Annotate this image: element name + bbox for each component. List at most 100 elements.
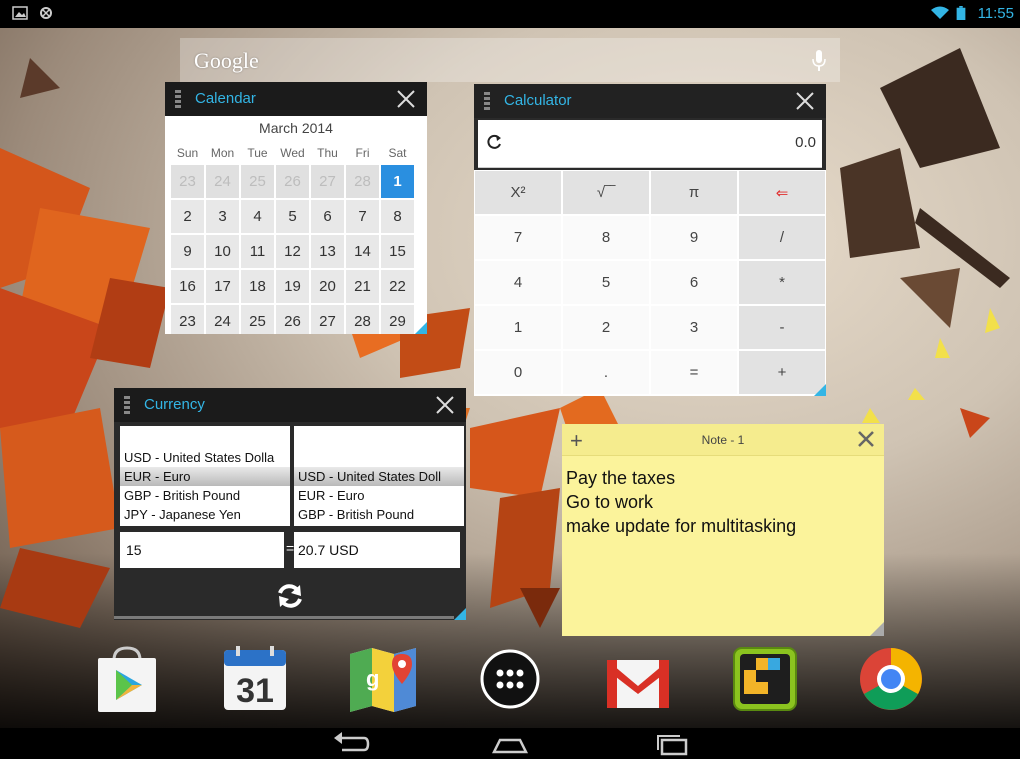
calendar-day[interactable]: 15 xyxy=(380,234,415,269)
app-drawer-icon[interactable] xyxy=(475,644,545,714)
calendar-day[interactable]: 22 xyxy=(380,269,415,304)
amount-input[interactable]: 15 xyxy=(120,532,284,568)
pi-key[interactable]: π xyxy=(650,170,738,215)
digit-key[interactable]: 8 xyxy=(562,215,650,260)
calendar-day[interactable]: 11 xyxy=(240,234,275,269)
wifi-icon xyxy=(931,6,949,19)
currency-option-selected[interactable]: EUR - Euro xyxy=(120,467,290,486)
calendar-day[interactable]: 25 xyxy=(240,164,275,199)
calendar-day[interactable]: 25 xyxy=(240,304,275,334)
calendar-day[interactable]: 9 xyxy=(170,234,205,269)
currency-header[interactable]: Currency xyxy=(114,388,466,422)
calendar-day[interactable]: 17 xyxy=(205,269,240,304)
convert-refresh-icon[interactable] xyxy=(274,582,306,610)
calendar-day[interactable]: 5 xyxy=(275,199,310,234)
svg-text:g: g xyxy=(366,666,379,691)
digit-key[interactable]: 6 xyxy=(650,260,738,305)
plus-key[interactable]: + xyxy=(738,350,826,395)
equals-key[interactable]: = xyxy=(650,350,738,395)
calendar-day[interactable]: 21 xyxy=(345,269,380,304)
resize-handle-icon[interactable] xyxy=(454,608,466,620)
calendar-day[interactable]: 18 xyxy=(240,269,275,304)
calendar-day[interactable]: 26 xyxy=(275,304,310,334)
calendar-day[interactable]: 29 xyxy=(380,304,415,334)
calendar-day-today[interactable]: 1 xyxy=(380,164,415,199)
calendar-day[interactable]: 19 xyxy=(275,269,310,304)
digit-key[interactable]: 0 xyxy=(474,350,562,395)
calendar-day[interactable]: 27 xyxy=(310,304,345,334)
calculator-header[interactable]: Calculator xyxy=(474,84,826,118)
calendar-day[interactable]: 3 xyxy=(205,199,240,234)
note-header[interactable]: + Note - 1 xyxy=(562,424,884,456)
home-icon[interactable] xyxy=(490,732,530,756)
close-icon[interactable] xyxy=(856,429,876,449)
close-icon[interactable] xyxy=(434,394,456,416)
from-currency-picker[interactable]: USD - United States Dolla EUR - Euro GBP… xyxy=(120,426,290,526)
close-icon[interactable] xyxy=(794,90,816,112)
mic-icon[interactable] xyxy=(812,50,826,72)
calendar-header[interactable]: Calendar xyxy=(165,82,427,116)
refresh-icon[interactable] xyxy=(484,132,504,152)
calendar-day[interactable]: 24 xyxy=(205,164,240,199)
calendar-day[interactable]: 28 xyxy=(345,304,380,334)
note-content[interactable]: Pay the taxes Go to work make update for… xyxy=(566,466,796,538)
calendar-day[interactable]: 4 xyxy=(240,199,275,234)
minus-key[interactable]: - xyxy=(738,305,826,350)
maps-icon[interactable]: g xyxy=(348,644,418,714)
drag-handle-icon[interactable] xyxy=(484,92,490,112)
calendar-day[interactable]: 23 xyxy=(170,164,205,199)
calendar-day[interactable]: 7 xyxy=(345,199,380,234)
calendar-day[interactable]: 10 xyxy=(205,234,240,269)
calendar-day[interactable]: 26 xyxy=(275,164,310,199)
currency-option[interactable]: GBP - British Pound xyxy=(120,486,290,505)
calendar-day[interactable]: 12 xyxy=(275,234,310,269)
backspace-key[interactable]: ⇐ xyxy=(738,170,826,215)
calendar-widget: Calendar March 2014 Sun Mon Tue Wed Thu … xyxy=(165,82,427,334)
calendar-day[interactable]: 14 xyxy=(345,234,380,269)
digit-key[interactable]: 4 xyxy=(474,260,562,305)
digit-key[interactable]: 9 xyxy=(650,215,738,260)
digit-key[interactable]: 2 xyxy=(562,305,650,350)
keypad-row: 7 8 9 / xyxy=(474,215,826,260)
chrome-icon[interactable] xyxy=(856,644,926,714)
calendar-day[interactable]: 16 xyxy=(170,269,205,304)
calendar-day[interactable]: 24 xyxy=(205,304,240,334)
currency-option[interactable]: JPY - Japanese Yen xyxy=(120,505,290,524)
calendar-day[interactable]: 6 xyxy=(310,199,345,234)
resize-handle-icon[interactable] xyxy=(870,622,884,636)
play-store-icon[interactable] xyxy=(92,644,162,714)
digit-key[interactable]: 7 xyxy=(474,215,562,260)
recents-icon[interactable] xyxy=(652,732,692,756)
multiply-key[interactable]: * xyxy=(738,260,826,305)
calendar-day[interactable]: 28 xyxy=(345,164,380,199)
currency-option-selected[interactable]: USD - United States Doll xyxy=(294,467,464,486)
currency-option[interactable]: GBP - British Pound xyxy=(294,505,464,524)
resize-handle-icon[interactable] xyxy=(814,384,826,396)
resize-handle-icon[interactable] xyxy=(415,322,427,334)
currency-option[interactable]: USD - United States Dolla xyxy=(120,448,290,467)
calendar-day[interactable]: 8 xyxy=(380,199,415,234)
drag-handle-icon[interactable] xyxy=(124,396,130,416)
square-key[interactable]: X² xyxy=(474,170,562,215)
digit-key[interactable]: 5 xyxy=(562,260,650,305)
calendar-day[interactable]: 13 xyxy=(310,234,345,269)
google-search-bar[interactable]: Google xyxy=(180,38,840,82)
game-icon[interactable] xyxy=(730,644,800,714)
drag-handle-icon[interactable] xyxy=(175,90,181,110)
to-currency-picker[interactable]: USD - United States Doll EUR - Euro GBP … xyxy=(294,426,464,526)
sqrt-key[interactable]: √‾‾ xyxy=(562,170,650,215)
gmail-icon[interactable] xyxy=(603,644,673,714)
calendar-day[interactable]: 2 xyxy=(170,199,205,234)
close-icon[interactable] xyxy=(395,88,417,110)
currency-body: USD - United States Dolla EUR - Euro GBP… xyxy=(114,422,466,620)
back-icon[interactable] xyxy=(330,732,370,756)
decimal-key[interactable]: . xyxy=(562,350,650,395)
digit-key[interactable]: 3 xyxy=(650,305,738,350)
calendar-app-icon[interactable]: 31 xyxy=(220,644,290,714)
calendar-day[interactable]: 27 xyxy=(310,164,345,199)
divide-key[interactable]: / xyxy=(738,215,826,260)
digit-key[interactable]: 1 xyxy=(474,305,562,350)
calendar-day[interactable]: 23 xyxy=(170,304,205,334)
currency-option[interactable]: EUR - Euro xyxy=(294,486,464,505)
calendar-day[interactable]: 20 xyxy=(310,269,345,304)
